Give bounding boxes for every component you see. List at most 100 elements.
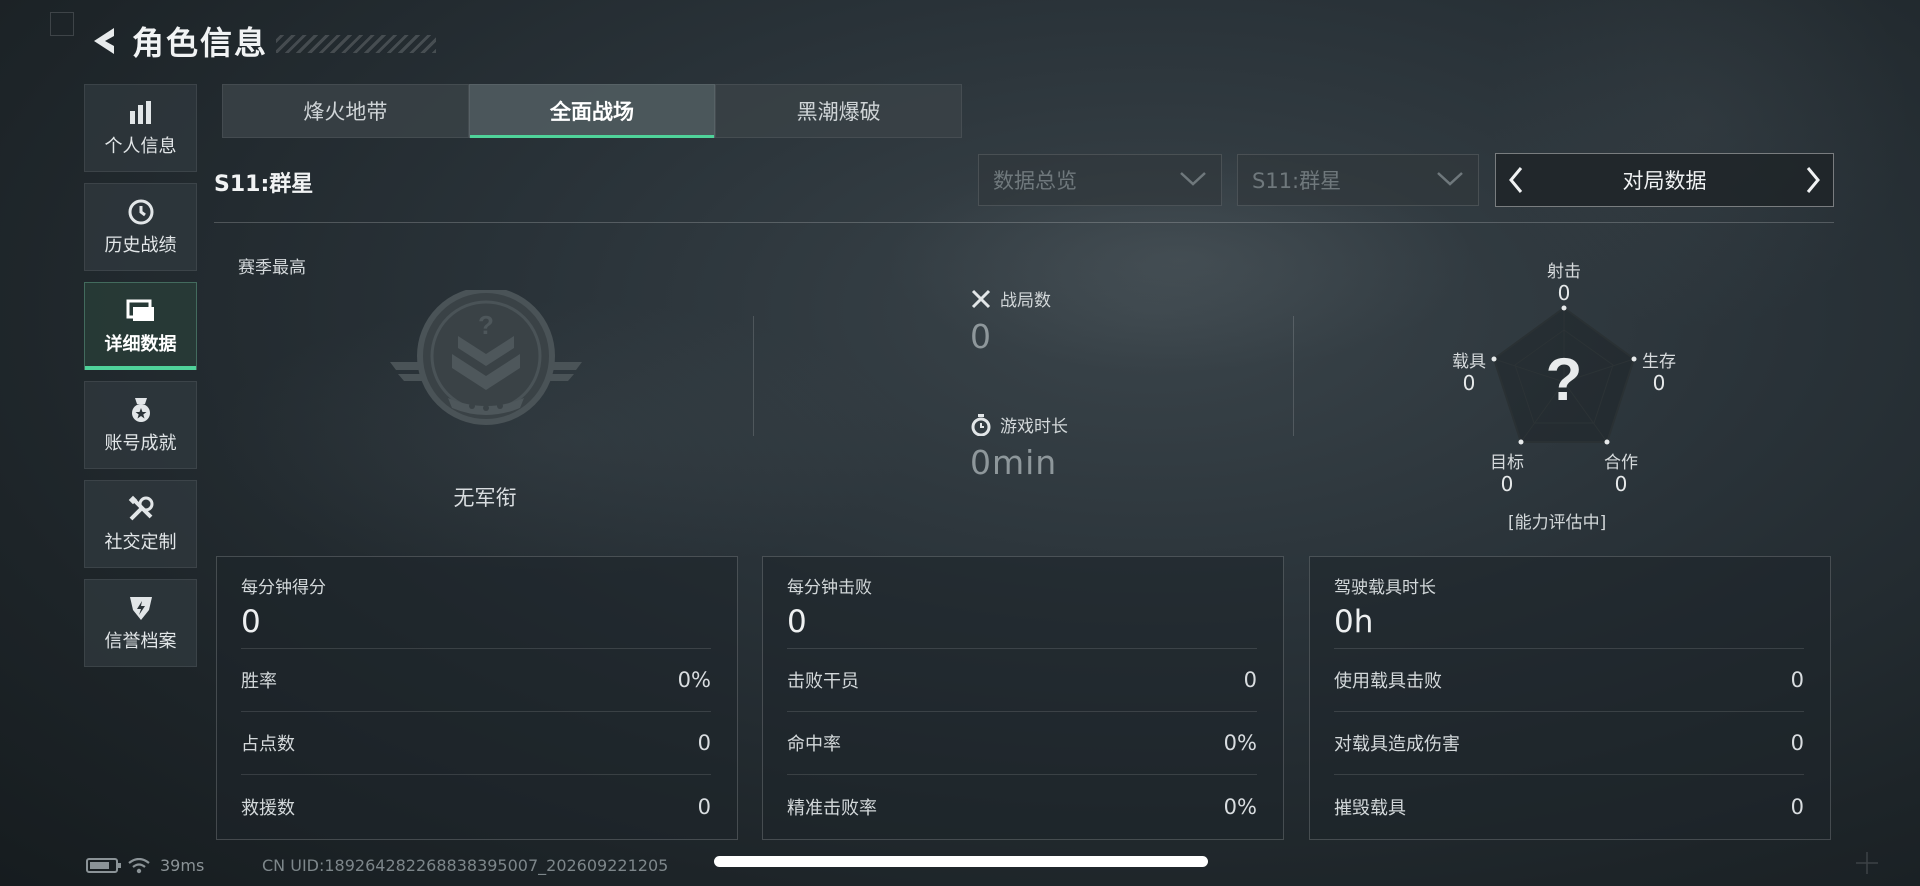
sidebar-item-detailed-data[interactable]: 详细数据	[84, 282, 197, 370]
matches-stat: 战局数 0	[970, 286, 1051, 356]
sidebar-item-label: 信誉档案	[104, 631, 177, 652]
match-data-switcher: 对局数据	[1495, 153, 1834, 207]
folder-icon	[126, 296, 156, 326]
sidebar-item-achievements[interactable]: 账号成就	[84, 381, 197, 469]
stat-label: 救援数	[241, 797, 295, 819]
sidebar-item-social[interactable]: 社交定制	[84, 480, 197, 568]
stopwatch-icon	[970, 413, 992, 436]
divider	[214, 222, 1834, 223]
radar-axis-label: 载具	[1452, 352, 1486, 372]
header: 角色信息	[86, 18, 437, 64]
stat-label: 精准击败率	[787, 797, 877, 819]
stat-row: 命中率 0%	[787, 712, 1257, 775]
stat-label: 胜率	[241, 671, 277, 692]
season-dropdown[interactable]: S11:群星	[1237, 154, 1479, 206]
sidebar-item-personal-info[interactable]: 个人信息	[84, 84, 197, 172]
panel-title: 每分钟击败	[787, 578, 872, 598]
stats-panel-score: 每分钟得分 0 胜率 0% 占点数 0 救援数 0	[216, 556, 738, 840]
battery-icon	[86, 858, 121, 873]
chevron-right-icon[interactable]	[1793, 154, 1833, 206]
corner-mark	[50, 12, 74, 36]
stat-label: 使用载具击败	[1334, 671, 1442, 692]
user-uid: CN UID:18926428226883839500​7_2026092212…	[262, 856, 669, 875]
bar-chart-icon	[126, 98, 156, 128]
playtime-stat: 游戏时长 0min	[970, 412, 1068, 482]
panel-value: 0	[787, 604, 1257, 649]
ping-value: 39ms	[160, 856, 205, 875]
stat-row: 对载具造成伤害 0	[1334, 712, 1804, 775]
stat-label: 对载具造成伤害	[1334, 734, 1460, 755]
rank-name: 无军衔	[453, 486, 517, 510]
stat-value: 0%	[1223, 731, 1257, 755]
stat-value: 0%	[1223, 794, 1257, 819]
sidebar: 个人信息 历史战绩 详细数据 账号成就 社交定制 信誉档案	[84, 84, 198, 678]
stat-value: 0	[1790, 668, 1804, 692]
radar-axis-label: 射击	[1547, 262, 1581, 282]
stat-row: 胜率 0%	[241, 649, 711, 712]
divider	[1293, 316, 1294, 436]
radar-assessment: [能力评估中]	[1508, 513, 1607, 533]
stat-label: 命中率	[787, 734, 841, 755]
season-high-label: 赛季最高	[238, 258, 306, 278]
playtime-value: 0min	[970, 443, 1058, 482]
radar-axis-label: 目标	[1490, 453, 1524, 473]
chevron-left-icon[interactable]	[1496, 154, 1536, 206]
dropdown-value: 数据总览	[993, 169, 1077, 193]
stat-value: 0	[1790, 794, 1804, 819]
stat-label: 摧毁载具	[1334, 797, 1406, 819]
plus-icon	[1854, 850, 1880, 876]
sidebar-item-reputation[interactable]: 信誉档案	[84, 579, 197, 667]
radar-axis-value: 0	[1614, 472, 1628, 496]
season-label: S11:群星	[214, 172, 314, 197]
rank-emblem-icon: ?	[386, 287, 586, 440]
stat-row: 击败干员 0	[787, 649, 1257, 712]
radar-axis-value: 0	[1500, 472, 1514, 496]
divider	[753, 316, 754, 436]
radar-axis-label: 生存	[1642, 352, 1676, 372]
tab-havoc-zone[interactable]: 烽火地带	[222, 84, 469, 138]
radar-axis-cooperation: 合作 0	[1596, 453, 1646, 495]
crossed-swords-icon	[970, 288, 992, 310]
stat-row: 摧毁载具 0	[1334, 775, 1804, 838]
panel-title: 每分钟得分	[241, 578, 326, 598]
medal-icon	[126, 395, 156, 425]
page-title: 角色信息	[132, 24, 269, 62]
title-decoration	[276, 35, 437, 53]
radar-axis-objective: 目标 0	[1482, 453, 1532, 495]
radar-axis-survival: 生存 0	[1634, 352, 1684, 394]
stat-value: 0	[697, 731, 711, 755]
stats-panel-vehicle: 驾驶载具时长 0h 使用载具击败 0 对载具造成伤害 0 摧毁载具 0	[1309, 556, 1831, 840]
tools-icon	[126, 494, 156, 524]
switcher-label: 对局数据	[1622, 169, 1707, 193]
home-indicator[interactable]	[714, 856, 1208, 867]
sidebar-item-label: 详细数据	[104, 334, 177, 355]
shield-icon	[126, 593, 156, 623]
stat-row: 使用载具击败 0	[1334, 649, 1804, 712]
stat-value: 0	[1790, 731, 1804, 755]
stat-row: 精准击败率 0%	[787, 775, 1257, 838]
matches-label: 战局数	[1000, 291, 1051, 311]
sidebar-item-history[interactable]: 历史战绩	[84, 183, 197, 271]
playtime-label: 游戏时长	[1000, 417, 1068, 437]
panel-value: 0h	[1334, 604, 1804, 649]
stat-value: 0	[697, 794, 711, 819]
radar-axis-value: 0	[1462, 371, 1476, 395]
chevron-down-icon	[1436, 168, 1464, 192]
stat-row: 占点数 0	[241, 712, 711, 775]
stat-label: 占点数	[241, 734, 295, 755]
radar-axis-shooting: 射击 0	[1544, 262, 1584, 304]
stat-value: 0	[1243, 668, 1257, 692]
dropdown-value: S11:群星	[1252, 169, 1342, 193]
ability-radar: 射击 0 生存 0 合作 0 目标 0 载具 0 ?	[1440, 256, 1700, 536]
radar-axis-label: 合作	[1604, 453, 1638, 473]
back-arrow-icon[interactable]	[86, 23, 120, 59]
panel-value: 0	[241, 604, 711, 649]
tab-full-battlefield[interactable]: 全面战场	[468, 84, 716, 138]
data-overview-dropdown[interactable]: 数据总览	[978, 154, 1222, 206]
sidebar-item-label: 社交定制	[104, 532, 177, 553]
radar-axis-value: 0	[1557, 281, 1571, 305]
radar-axis-vehicle: 载具 0	[1444, 352, 1494, 394]
tab-black-tide[interactable]: 黑潮爆破	[715, 84, 963, 138]
stat-label: 击败干员	[787, 671, 859, 692]
svg-text:?: ?	[478, 310, 494, 340]
